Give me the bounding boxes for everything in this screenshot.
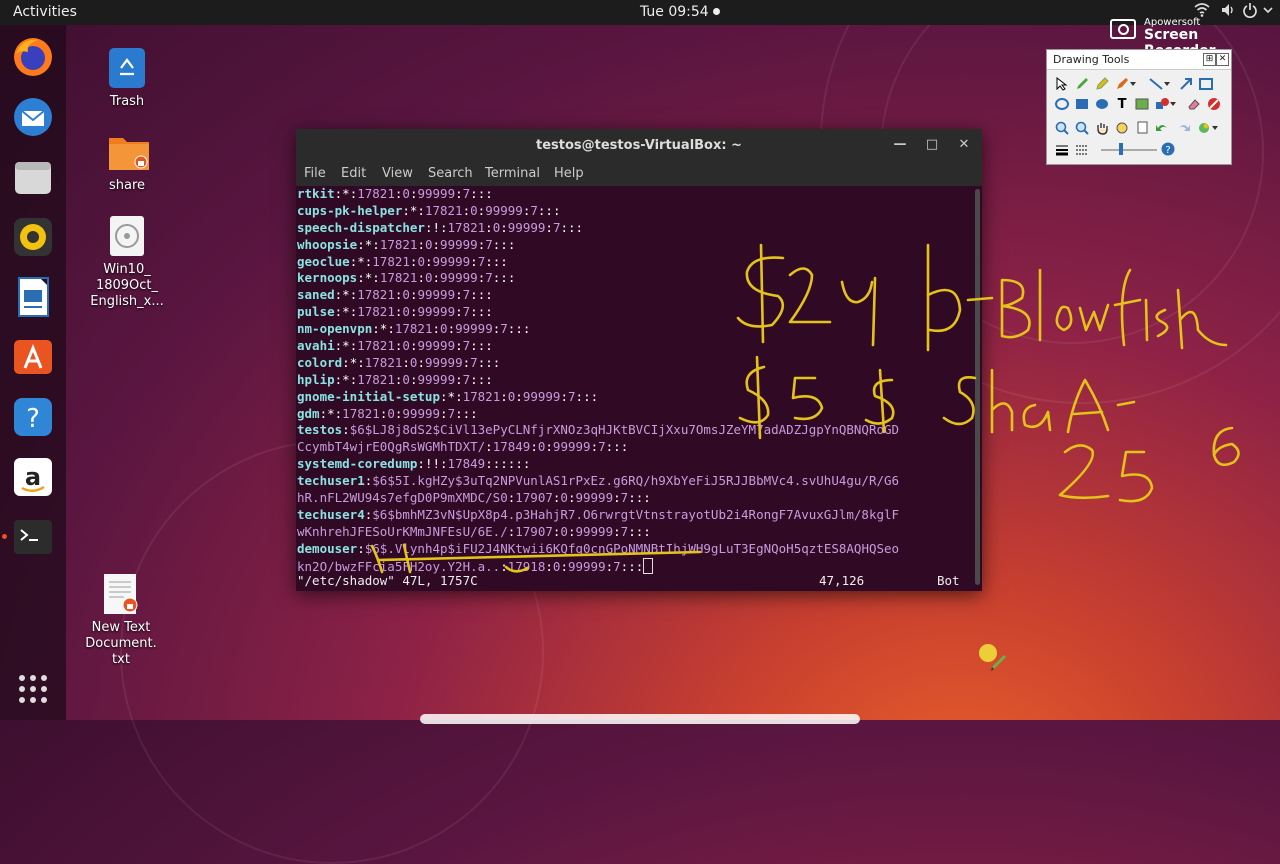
taskbar-hint — [420, 714, 860, 724]
handwritten-annotation — [370, 243, 1240, 574]
mouse-cursor-icon — [978, 643, 1010, 677]
